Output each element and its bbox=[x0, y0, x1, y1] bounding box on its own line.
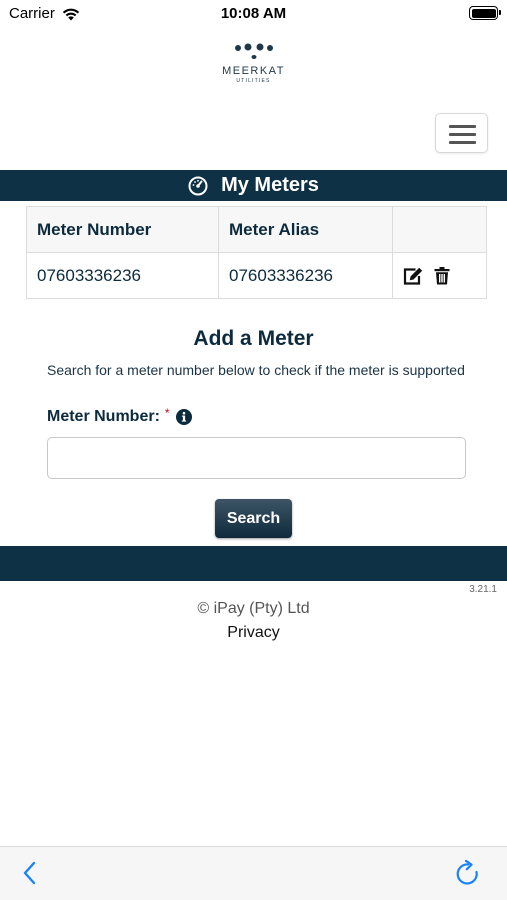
column-header-meter-alias: Meter Alias bbox=[218, 206, 393, 253]
add-meter-title: Add a Meter bbox=[193, 327, 314, 350]
clock-time: 10:08 AM bbox=[220, 5, 287, 22]
copyright-text: © iPay (Pty) Ltd bbox=[197, 600, 310, 617]
info-icon[interactable] bbox=[175, 409, 192, 425]
hamburger-icon bbox=[449, 125, 476, 128]
menu-toggle-button[interactable] bbox=[435, 113, 488, 153]
add-meter-help-text: Search for a meter number below to check… bbox=[47, 362, 465, 378]
table-header-row: Meter Number Meter Alias bbox=[26, 206, 487, 253]
meerkat-logo: MEERKAT UTILITIES bbox=[0, 42, 507, 84]
trash-icon[interactable] bbox=[434, 266, 450, 285]
required-marker: * bbox=[164, 406, 170, 420]
meter-number-label: Meter Number: * bbox=[47, 406, 192, 426]
privacy-link[interactable]: Privacy bbox=[0, 624, 507, 642]
column-header-meter-number: Meter Number bbox=[26, 206, 219, 253]
column-header-actions bbox=[392, 206, 487, 253]
reload-icon[interactable] bbox=[455, 860, 481, 888]
my-meters-title: My Meters bbox=[221, 174, 319, 196]
gauge-icon bbox=[188, 176, 208, 195]
my-meters-header: My Meters bbox=[0, 170, 507, 201]
footer-band bbox=[0, 546, 507, 581]
edit-icon[interactable] bbox=[403, 267, 423, 285]
battery-icon bbox=[469, 6, 501, 20]
meerkat-logo-mark bbox=[234, 43, 273, 59]
table-row: 07603336236 07603336236 bbox=[26, 252, 487, 299]
search-button[interactable]: Search bbox=[215, 499, 292, 538]
logo-wordmark: MEERKAT bbox=[222, 65, 285, 77]
actions-cell bbox=[392, 252, 487, 299]
meter-number-label-text: Meter Number: bbox=[47, 408, 160, 425]
meters-table: Meter Number Meter Alias 07603336236 076… bbox=[26, 206, 487, 299]
status-bar: Carrier 10:08 AM bbox=[0, 0, 507, 28]
meter-number-input[interactable] bbox=[47, 437, 466, 479]
logo-subtitle: UTILITIES bbox=[236, 78, 271, 84]
browser-toolbar bbox=[0, 846, 507, 900]
meter-number-cell: 07603336236 bbox=[26, 252, 219, 299]
meter-alias-cell: 07603336236 bbox=[218, 252, 393, 299]
version-label: 3.21.1 bbox=[469, 584, 497, 595]
back-chevron-icon[interactable] bbox=[22, 861, 36, 885]
